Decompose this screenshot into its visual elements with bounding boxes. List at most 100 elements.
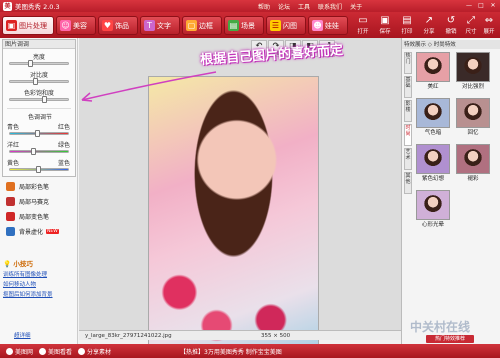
effect-caption: 美红: [427, 84, 439, 90]
tab-label: 场景: [241, 21, 255, 30]
open-button[interactable]: ▭ 打开: [352, 15, 374, 37]
help-link[interactable]: 超详细: [14, 331, 31, 339]
effect-thumb[interactable]: 回忆: [456, 98, 490, 136]
tip-link[interactable]: 训练所有图像处理: [3, 270, 75, 278]
vtab-fashion[interactable]: 时尚: [404, 124, 412, 146]
vtab-basic[interactable]: 基础: [404, 76, 412, 98]
effect-thumb[interactable]: 褪彩: [456, 144, 490, 182]
text-icon: T: [144, 20, 155, 31]
magenta-green-slider[interactable]: [9, 148, 69, 155]
vtab-hot[interactable]: 热门: [404, 52, 412, 74]
close-icon[interactable]: ✕: [489, 2, 497, 10]
effect-preview: [416, 52, 450, 82]
meitu-viewer-link[interactable]: 美图看看: [39, 347, 72, 356]
save-button[interactable]: ▣ 保存: [374, 15, 396, 37]
share-button[interactable]: ↗ 分享: [418, 15, 440, 37]
bottom-notice[interactable]: 【热推】3万用美图秀秀 制作宝宝美图: [180, 347, 282, 356]
new-badge: NEW: [46, 228, 59, 234]
window-title: 美图秀秀 2.0.3: [15, 3, 60, 11]
effect-preview: [456, 98, 490, 128]
print-button[interactable]: ▤ 打印: [396, 15, 418, 37]
effect-preview: [416, 190, 450, 220]
local-mosaic-button[interactable]: 局部马赛克: [6, 195, 49, 207]
effect-thumb[interactable]: 紫色幻想: [416, 144, 450, 182]
tab-beauty[interactable]: ☺ 美容: [56, 16, 96, 35]
share-material-link[interactable]: 分享素材: [78, 347, 111, 356]
effect-thumb[interactable]: 对比强烈: [456, 52, 490, 90]
vtab-art[interactable]: 艺术: [404, 148, 412, 170]
effect-caption: 心形光晕: [421, 222, 444, 228]
brightness-thumb[interactable]: [28, 60, 33, 67]
saturation-thumb[interactable]: [42, 96, 47, 103]
magenta-green-thumb[interactable]: [31, 148, 36, 155]
tab-scene[interactable]: ▤ 场景: [224, 16, 264, 35]
local-recolor-button[interactable]: 局部变色笔: [6, 210, 49, 222]
maximize-icon[interactable]: □: [477, 2, 485, 10]
tab-label: 边框: [199, 21, 213, 30]
menu-about[interactable]: 关于: [350, 2, 362, 11]
yellow-blue-thumb[interactable]: [36, 166, 41, 173]
effect-caption: 回忆: [467, 130, 479, 136]
revert-icon: ↺: [446, 15, 456, 26]
doll-icon: ☻: [312, 20, 323, 31]
save-icon: ▣: [380, 15, 390, 26]
eye-icon: [39, 347, 47, 355]
local-color-pen-button[interactable]: 局部彩色笔: [6, 180, 49, 192]
recolor-icon: [6, 211, 15, 221]
tab-text[interactable]: T 文字: [140, 16, 180, 35]
hot-effects-link[interactable]: 热门特效推荐: [426, 335, 474, 343]
effect-thumb[interactable]: 美红: [416, 52, 450, 90]
expand-button[interactable]: ⇔ 展开: [478, 15, 500, 37]
globe-icon: [6, 347, 13, 355]
cyan-red-slider[interactable]: [9, 130, 69, 137]
menu-forum[interactable]: 论坛: [278, 2, 290, 11]
saturation-label: 色彩饱和度: [24, 90, 55, 97]
title-bar: 美 美图秀秀 2.0.3 帮助 论坛 工具 联系我们 关于 — □ ✕: [0, 0, 500, 12]
effect-caption: 对比强烈: [461, 84, 484, 90]
menu-contact[interactable]: 联系我们: [318, 2, 342, 11]
share-icon: [78, 347, 86, 355]
brightness-label: 亮度: [33, 54, 46, 61]
right-panel: 特效展示 ◇ 时尚特效 热门 基础 影楼 时尚 艺术 其他 美红 对比强烈 气色…: [401, 38, 500, 344]
tab-image-processing[interactable]: ▣ 图片处理: [2, 16, 54, 35]
contrast-thumb[interactable]: [33, 78, 38, 85]
menu-help[interactable]: 帮助: [258, 2, 270, 11]
cyan-red-thumb[interactable]: [35, 130, 40, 137]
edited-photo[interactable]: [148, 76, 319, 354]
yellow-blue-slider[interactable]: [9, 166, 69, 173]
tab-label: 闪图: [283, 21, 297, 30]
background-blur-button[interactable]: 背景虚化 NEW: [6, 225, 59, 237]
tab-doll[interactable]: ☻ 娃娃: [308, 16, 348, 35]
top-menu: 帮助 论坛 工具 联系我们 关于: [258, 2, 362, 11]
tab-flash[interactable]: ☰ 闪图: [266, 16, 306, 35]
magenta-label: 洋红: [7, 142, 20, 149]
contrast-slider[interactable]: [9, 78, 69, 85]
brightness-slider[interactable]: [9, 60, 69, 67]
image-dimensions: 355 × 500: [261, 333, 291, 339]
face-icon: ☺: [60, 20, 71, 31]
minimize-icon[interactable]: —: [465, 2, 473, 10]
effect-thumb[interactable]: 气色暗: [416, 98, 450, 136]
tab-label: 饰品: [115, 21, 129, 30]
vtab-other[interactable]: 其他: [404, 172, 412, 194]
saturation-slider[interactable]: [9, 96, 69, 103]
blue-label: 蓝色: [58, 160, 71, 167]
effect-thumb[interactable]: 心形光晕: [416, 190, 450, 228]
vtab-studio[interactable]: 影楼: [404, 100, 412, 122]
mosaic-icon: [6, 196, 15, 206]
yellow-label: 黄色: [7, 160, 20, 167]
tip-link[interactable]: 如何移动人物: [3, 280, 75, 288]
effect-label: 局部马赛克: [19, 198, 50, 206]
tab-accessories[interactable]: ♥ 饰品: [98, 16, 138, 35]
frame-icon: ▢: [186, 20, 197, 31]
tab-border[interactable]: ▢ 边框: [182, 16, 222, 35]
app-logo-icon: 美: [3, 1, 12, 11]
effect-preview: [456, 144, 490, 174]
menu-tools[interactable]: 工具: [298, 2, 310, 11]
effect-label: 局部彩色笔: [19, 183, 50, 191]
print-icon: ▤: [402, 15, 412, 26]
revert-button[interactable]: ↺ 撤销: [440, 15, 462, 37]
heart-icon: ♥: [102, 20, 113, 31]
tip-link[interactable]: 抠图后如何添加背景: [3, 290, 75, 298]
meitu-site-link[interactable]: 美图网: [6, 347, 33, 356]
